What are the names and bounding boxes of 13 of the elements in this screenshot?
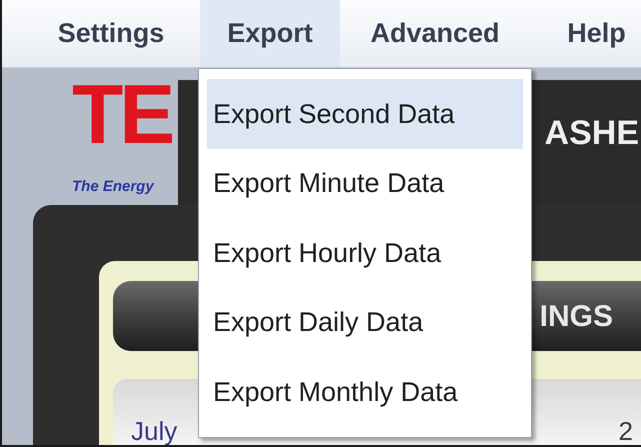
menu-item[interactable]: Advanced [340,0,530,67]
menu-item[interactable]: Export [200,0,340,67]
value-label: 2 [618,417,633,445]
dropdown-item[interactable]: Export Monthly Data [207,357,523,427]
logo-letters: TE [72,72,173,156]
dropdown-item[interactable]: Export Daily Data [207,288,523,358]
logo-tagline: The Energy [72,177,156,197]
menu-item[interactable]: Help [530,0,641,67]
dropdown-item[interactable]: Export Second Data [207,79,523,149]
menu-item[interactable]: Settings [22,0,200,67]
header-title: ASHE [544,113,639,154]
dropdown-item[interactable]: Export Minute Data [207,148,523,218]
dropdown-item[interactable]: Export Hourly Data [207,218,523,288]
